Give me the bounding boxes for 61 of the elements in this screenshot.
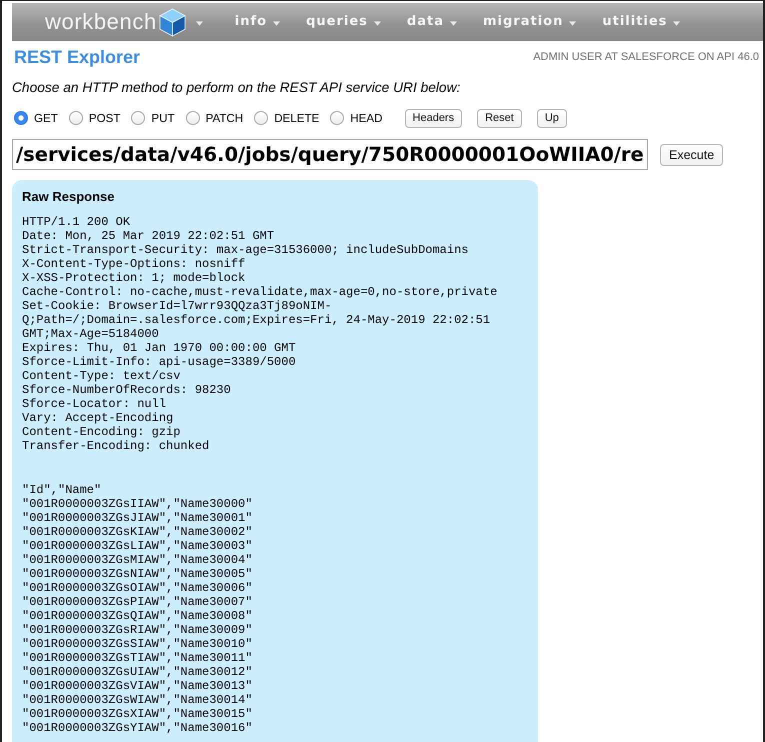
response-header-line: Date: Mon, 25 Mar 2019 22:02:51 GMT [22,229,276,243]
response-header-line: X-XSS-Protection: 1; mode=block [22,271,246,285]
response-title: Raw Response [22,188,116,206]
csv-line: "001R0000003ZGsJIAW","Name30001" [22,511,254,525]
response-header-line: Set-Cookie: BrowserId=l7wrr93QQza3Tj89oNIM-Q;Path=/;Domain=.salesforce.com;Expires=Fri, 24-May-2019 22:02:51 GMT;Max-Age=5184000 [22,299,492,341]
radio-label[interactable]: PATCH [206,112,244,124]
execute-button[interactable]: Execute [660,144,724,166]
radio-button[interactable] [330,111,344,125]
response-header-line: Content-Type: text/csv [22,369,182,383]
csv-line: "001R0000003ZGsNIAW","Name30005" [22,567,254,581]
url-field[interactable]: /services/data/v46.0/jobs/query/750R0000001OoWIIA0/re [12,139,648,170]
csv-line: "001R0000003ZGsPIAW","Name30007" [22,595,254,609]
up-button[interactable]: Up [536,108,567,128]
caret-icon [450,20,457,26]
caret-icon [569,20,576,26]
csv-line: "001R0000003ZGsUIAW","Name30012" [22,665,254,679]
csv-line: "001R0000003ZGsTIAW","Name30011" [22,651,254,665]
response-header-line: X-Content-Type-Options: nosniff [22,257,246,271]
csv-line: "001R0000003ZGsXIAW","Name30015" [22,707,254,721]
csv-line: "Id","Name" [22,483,102,497]
response-header-line: Content-Encoding: gzip [22,425,182,439]
csv-line: "001R0000003ZGsMIAW","Name30004" [22,553,254,567]
csv-line: "001R0000003ZGsSIAW","Name30010" [22,637,254,651]
user-info: ADMIN USER AT SALESFORCE ON API 46.0 [533,51,759,63]
caret-icon [374,20,381,26]
csv-line: "001R0000003ZGsVIAW","Name30013" [22,679,254,693]
csv-line: "001R0000003ZGsQIAW","Name30008" [22,609,254,623]
radio-label[interactable]: GET [34,112,58,124]
response-header-line: Sforce-Locator: null [22,397,168,411]
response-header-line: Sforce-Limit-Info: api-usage=3389/5000 [22,355,297,369]
radio-button[interactable] [254,111,268,125]
caret-icon [673,20,680,26]
reset-button[interactable]: Reset [477,108,522,128]
radio-label[interactable]: DELETE [274,112,320,124]
response-header-line: Cache-Control: no-cache,must-revalidate,max-age=0,no-store,private [22,285,498,299]
headers-button[interactable]: Headers [404,108,462,128]
csv-line: "001R0000003ZGsLIAW","Name30003" [22,539,254,553]
response-header-line: Strict-Transport-Security: max-age=31536000; includeSubDomains [22,243,470,257]
response-header-line: Transfer-Encoding: chunked [22,439,210,453]
radio-label[interactable]: PUT [151,112,175,124]
radio-button[interactable] [68,111,83,125]
radio-button[interactable] [14,111,28,125]
cube-icon [158,8,186,36]
radio-label[interactable]: POST [88,112,120,124]
csv-line: "001R0000003ZGsKIAW","Name30002" [22,525,254,539]
instruction-text: Choose an HTTP method to perform on the REST API service URI below: [12,79,462,97]
csv-line: "001R0000003ZGsWIAW","Name30014" [22,693,254,707]
response-header-line: Sforce-NumberOfRecords: 98230 [22,383,232,397]
response-header-line: Vary: Accept-Encoding [22,411,174,425]
response-header-line: Expires: Thu, 01 Jan 1970 00:00:00 GMT [22,341,297,355]
response-header-line: HTTP/1.1 200 OK [22,215,132,229]
csv-line: "001R0000003ZGsIIAW","Name30000" [22,497,254,511]
radio-button[interactable] [131,111,146,125]
radio-button[interactable] [186,111,200,125]
caret-icon [273,20,280,26]
csv-line: "001R0000003ZGsYIAW","Name30016" [22,721,254,735]
caret-icon [196,20,203,26]
csv-line: "001R0000003ZGsRIAW","Name30009" [22,623,254,637]
csv-line: "001R0000003ZGsOIAW","Name30006" [22,581,254,595]
page-title: REST Explorer [13,46,140,68]
radio-label[interactable]: HEAD [350,112,383,124]
